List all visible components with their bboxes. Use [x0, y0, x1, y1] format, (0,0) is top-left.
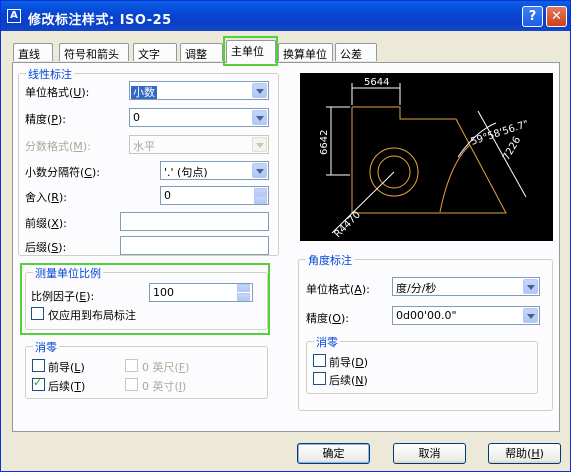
spin-down-icon[interactable]: [254, 196, 267, 204]
zero-inches-checkbox: [125, 378, 138, 391]
tab-symbols-arrows[interactable]: 符号和箭头: [59, 43, 129, 61]
trailing-zero-checkbox[interactable]: ✓: [32, 376, 45, 391]
chevron-down-icon[interactable]: [523, 279, 538, 294]
close-button[interactable]: ✕: [546, 6, 567, 27]
angular-unit-format-select[interactable]: 度/分/秒: [392, 277, 540, 296]
precision-label: 精度(P):: [25, 113, 66, 126]
leading-zero-label: 前导(L): [48, 361, 85, 374]
angular-unit-format-value: 度/分/秒: [396, 282, 437, 295]
preview-arc: [439, 144, 471, 213]
preview-dim-radius: R4470: [332, 209, 363, 240]
unit-format-select[interactable]: 小数: [129, 81, 269, 100]
precision-value: 0: [133, 111, 140, 124]
spin-down-icon[interactable]: [237, 293, 250, 301]
fraction-format-label: 分数格式(M):: [25, 140, 91, 153]
zero-inches-label: 0 英寸(I): [142, 380, 187, 393]
decimal-separator-label: 小数分隔符(C):: [25, 166, 100, 179]
fraction-format-select: 水平: [129, 135, 269, 154]
layout-only-checkbox[interactable]: [31, 307, 44, 320]
scale-group-label: 测量单位比例: [33, 265, 103, 281]
chevron-down-icon[interactable]: [523, 308, 538, 323]
angular-leading-zero-checkbox[interactable]: [313, 354, 326, 367]
spin-up-icon[interactable]: [237, 284, 250, 292]
round-off-value: 0: [164, 189, 171, 202]
round-off-label: 舍入(R):: [25, 191, 67, 204]
zero-feet-checkbox: [125, 359, 138, 372]
layout-only-label: 仅应用到布局标注: [48, 309, 136, 322]
fraction-format-value: 水平: [133, 140, 155, 153]
preview-dim-aligned: 7226: [501, 135, 523, 163]
angular-trailing-zero-checkbox[interactable]: [313, 372, 326, 385]
prefix-input[interactable]: [120, 212, 269, 231]
scale-factor-label: 比例因子(E):: [31, 290, 95, 303]
spin-up-icon[interactable]: [254, 188, 267, 196]
decimal-separator-select[interactable]: '.' (句点): [160, 161, 269, 180]
unit-format-value: 小数: [131, 86, 157, 99]
preview-drawing: 5644 6642 59°58'56.7" 7226 R4470: [319, 77, 530, 240]
dimension-preview: 5644 6642 59°58'56.7" 7226 R4470: [300, 73, 553, 241]
title-bar[interactable]: A 修改标注样式: ISO-25 ? ✕: [1, 1, 570, 31]
zero-feet-label: 0 英尺(F): [142, 361, 190, 374]
tab-text[interactable]: 文字: [133, 43, 177, 61]
tab-lines[interactable]: 直线: [13, 43, 53, 61]
window-title: 修改标注样式: ISO-25: [28, 13, 172, 28]
zero-linear-group-label: 消零: [33, 339, 59, 355]
checkmark-icon: ✓: [33, 376, 43, 389]
angular-precision-label: 精度(O):: [306, 312, 349, 325]
angular-leading-zero-label: 前导(D): [329, 356, 369, 369]
prefix-label: 前缀(X):: [25, 217, 67, 230]
tab-fit[interactable]: 调整: [180, 43, 223, 61]
angular-precision-select[interactable]: 0d00'00.0": [392, 306, 540, 325]
angular-unit-format-label: 单位格式(A):: [306, 283, 370, 296]
suffix-label: 后缀(S):: [25, 241, 67, 254]
precision-select[interactable]: 0: [129, 108, 269, 127]
dialog-window: A 修改标注样式: ISO-25 ? ✕ 直线 符号和箭头 文字 调整 主单位 …: [0, 0, 571, 472]
tab-tolerances[interactable]: 公差: [335, 43, 377, 61]
ok-button[interactable]: 确定: [297, 443, 370, 464]
linear-group-label: 线性标注: [26, 66, 74, 82]
chevron-down-icon: [252, 137, 267, 152]
round-off-input[interactable]: 0: [160, 186, 269, 205]
trailing-zero-label: 后续(T): [48, 380, 86, 393]
help-button[interactable]: 帮助(H): [488, 443, 561, 464]
decimal-separator-value: '.' (句点): [164, 166, 208, 179]
angular-group-label: 角度标注: [306, 252, 354, 268]
chevron-down-icon[interactable]: [252, 110, 267, 125]
angular-precision-value: 0d00'00.0": [396, 309, 457, 322]
scale-factor-spinner[interactable]: [237, 283, 251, 302]
scale-factor-value: 100: [153, 286, 174, 299]
chevron-down-icon[interactable]: [252, 163, 267, 178]
preview-part-outline: [351, 106, 507, 214]
preview-dim-left: 6642: [319, 130, 330, 155]
chevron-down-icon[interactable]: [252, 83, 267, 98]
zero-angular-group-label: 消零: [314, 334, 340, 350]
round-off-spinner[interactable]: [254, 187, 268, 206]
tab-primary-units[interactable]: 主单位: [226, 40, 276, 63]
cancel-button[interactable]: 取消: [393, 443, 466, 464]
preview-dim-top: 5644: [364, 77, 389, 88]
dimension-style-icon: A: [7, 9, 21, 23]
angular-trailing-zero-label: 后续(N): [329, 374, 368, 387]
suffix-input[interactable]: [120, 236, 269, 255]
tab-alternate-units[interactable]: 换算单位: [278, 43, 333, 61]
help-title-button[interactable]: ?: [522, 6, 543, 27]
unit-format-label: 单位格式(U):: [25, 86, 90, 99]
leading-zero-checkbox[interactable]: [32, 359, 45, 372]
